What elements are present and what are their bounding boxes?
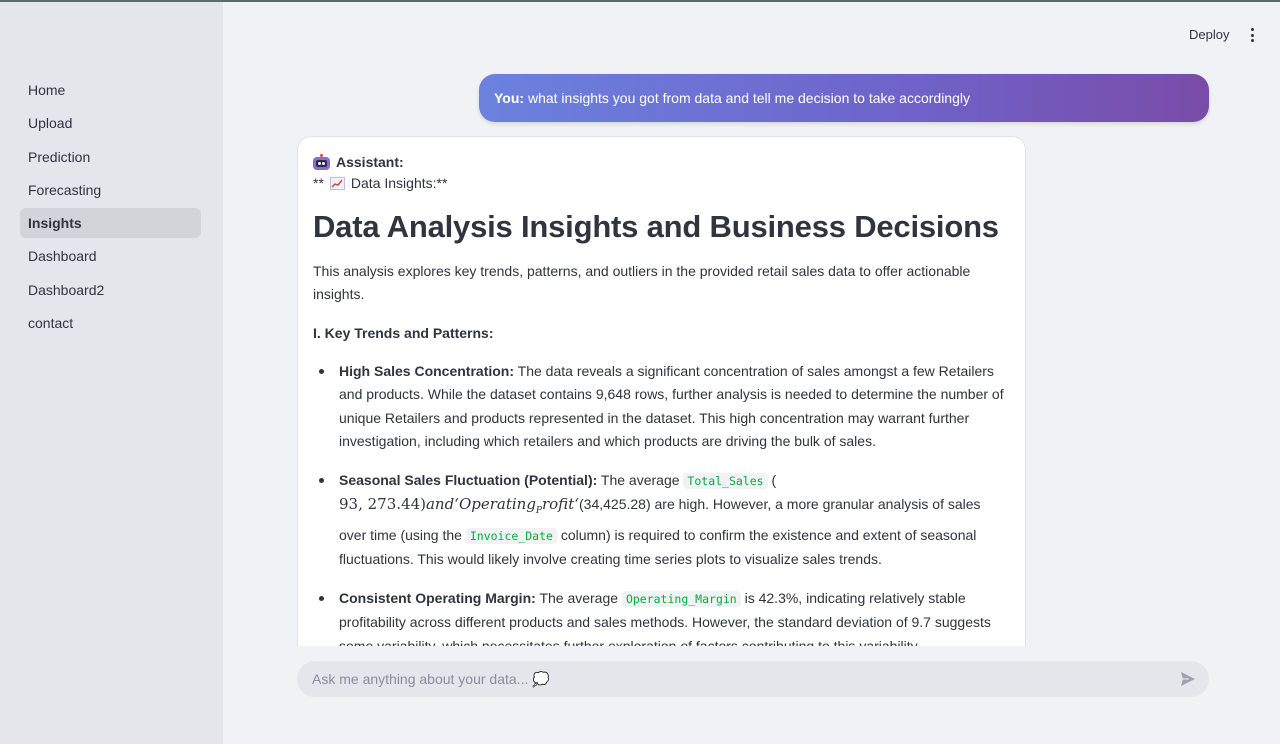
insights-subtitle: ** Data Insights:** [313,172,1010,195]
user-message-text: what insights you got from data and tell… [527,90,970,106]
math-and-operating: and‘Operating [425,495,536,514]
bullet-title: Consistent Operating Margin: [339,590,536,607]
math-rofit: rofit‘ [541,495,579,514]
sidebar-nav: Home Upload Prediction Forecasting Insig… [20,75,201,341]
kebab-menu-icon[interactable] [1244,24,1262,46]
sidebar: Home Upload Prediction Forecasting Insig… [0,2,223,744]
response-intro: This analysis explores key trends, patte… [313,263,971,303]
sidebar-item-dashboard[interactable]: Dashboard [20,241,201,271]
assistant-message-card: Assistant: ** Data Insights:** Data Anal… [297,136,1026,646]
section-heading: I. Key Trends and Patterns: [313,324,494,341]
bullet-text-pre: The average [539,590,619,607]
bullet-title: High Sales Concentration: [339,362,515,379]
inline-code-invoice-date: Invoice_Date [465,527,557,544]
deploy-button[interactable]: Deploy [1181,24,1237,46]
bullet-title: Seasonal Sales Fluctuation (Potential): [339,471,598,488]
inline-code-operating-margin: Operating_Margin [621,591,741,608]
assistant-header: Assistant: [313,152,1010,172]
chat-input[interactable] [297,661,1157,697]
sidebar-item-forecasting[interactable]: Forecasting [20,175,201,205]
chart-increasing-icon [329,177,345,190]
response-heading: Data Analysis Insights and Business Deci… [313,209,999,244]
send-icon[interactable] [1179,670,1197,688]
rendered-math: 93, 273.44)and‘OperatingProfit‘ [339,495,579,516]
insights-label: Data Insights:** [350,175,448,191]
sidebar-item-home[interactable]: Home [20,75,201,105]
user-message-bubble: You: what insights you got from data and… [479,74,1209,122]
bullet-text-pre: The average [600,471,680,488]
assistant-label: Assistant: [336,154,404,170]
chat-input-bar [297,661,1209,697]
list-item: High Sales Concentration: The data revea… [313,360,1010,454]
sidebar-item-insights[interactable]: Insights [20,208,201,239]
sidebar-item-contact[interactable]: contact [20,308,201,338]
insights-list: High Sales Concentration: The data revea… [313,360,1010,646]
list-item: Consistent Operating Margin: The average… [313,587,1010,646]
inline-code-total-sales: Total_Sales [683,472,768,489]
sidebar-item-prediction[interactable]: Prediction [20,142,201,172]
chat-scroll-area[interactable]: Assistant: ** Data Insights:** Data Anal… [297,136,1026,646]
sidebar-item-upload[interactable]: Upload [20,108,201,138]
sidebar-item-dashboard2[interactable]: Dashboard2 [20,275,201,305]
list-item: Seasonal Sales Fluctuation (Potential): … [313,469,1010,572]
insights-prefix: ** [313,175,324,191]
bullet-paren: ( [771,471,777,488]
robot-icon [313,153,330,170]
user-message-prefix: You: [494,90,525,106]
math-number: 93, 273.44) [339,495,426,514]
